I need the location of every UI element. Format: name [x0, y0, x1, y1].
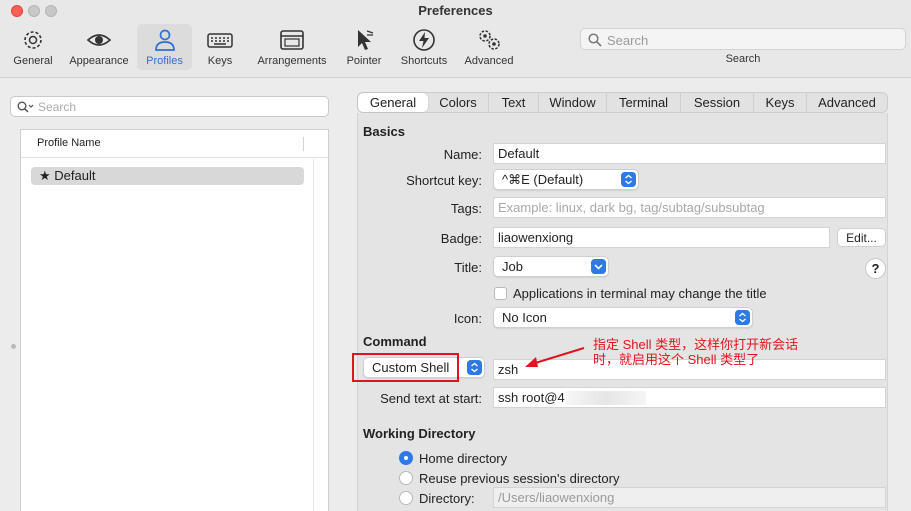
reuse-directory-radio[interactable] [399, 471, 413, 485]
window-title: Preferences [418, 3, 493, 18]
tab-text[interactable]: Text [489, 93, 539, 112]
toolbar-keys[interactable]: Keys [198, 24, 242, 70]
column-header-profile-name: Profile Name [37, 137, 101, 149]
shortcut-key-popup[interactable]: ^⌘E (Default) [493, 169, 639, 190]
annotation-arrow-icon [525, 347, 585, 367]
tab-general[interactable]: General [358, 93, 428, 112]
column-separator [303, 137, 304, 151]
working-directory-heading: Working Directory [363, 426, 476, 441]
name-field[interactable]: Default [493, 143, 886, 164]
shortcut-key-label: Shortcut key: [406, 173, 482, 188]
toolbar-pointer[interactable]: Pointer [341, 24, 387, 70]
name-label: Name: [443, 147, 482, 162]
preferences-search-input[interactable]: Search [580, 28, 906, 50]
toolbar-label: Pointer [346, 55, 382, 67]
annotation-highlight-box [352, 353, 459, 382]
send-text-label: Send text at start: [380, 391, 482, 406]
send-text-field[interactable]: ssh root@4 [493, 387, 886, 408]
search-icon [588, 33, 602, 47]
profile-row-default[interactable]: ★ Default [31, 167, 304, 185]
shortcut-key-value: ^⌘E (Default) [502, 172, 584, 187]
help-button[interactable]: ? [865, 258, 886, 279]
toolbar-label: Keys [207, 55, 233, 67]
toolbar-label: Arrangements [257, 55, 327, 67]
reuse-directory-label: Reuse previous session's directory [419, 471, 620, 486]
search-placeholder: Search [607, 33, 649, 48]
chevron-updown-icon [735, 310, 750, 325]
eye-icon [86, 34, 112, 46]
tab-advanced[interactable]: Advanced [807, 93, 887, 112]
profile-tabs: General Colors Text Window Terminal Sess… [357, 92, 888, 113]
toolbar: Preferences General Appearance Profiles … [0, 0, 911, 78]
profile-list: Profile Name ★ Default [20, 129, 329, 511]
chevron-down-icon [591, 259, 606, 274]
icon-popup[interactable]: No Icon [493, 307, 753, 328]
toolbar-general[interactable]: General [6, 24, 60, 70]
toolbar-arrangements[interactable]: Arrangements [252, 24, 332, 70]
tab-terminal[interactable]: Terminal [607, 93, 681, 112]
bolt-icon [413, 29, 435, 51]
toolbar-label: Shortcuts [400, 55, 448, 67]
profile-search-input[interactable]: Search [10, 96, 329, 117]
list-divider [313, 159, 314, 511]
badge-edit-button[interactable]: Edit... [837, 228, 886, 247]
person-icon [154, 29, 175, 51]
basics-heading: Basics [363, 124, 405, 139]
toolbar-advanced[interactable]: Advanced [460, 24, 518, 70]
toolbar-shortcuts[interactable]: Shortcuts [395, 24, 453, 70]
tab-colors[interactable]: Colors [428, 93, 489, 112]
directory-field[interactable]: /Users/liaowenxiong [493, 487, 886, 508]
badge-label: Badge: [440, 231, 482, 246]
tab-window[interactable]: Window [539, 93, 607, 112]
annotation-line-2: 时，就启用这个 Shell 类型了 [593, 352, 760, 367]
window-icon [280, 30, 304, 50]
badge-field[interactable]: liaowenxiong [493, 227, 830, 248]
title-popup[interactable]: Job [493, 256, 609, 277]
split-handle[interactable] [11, 344, 16, 349]
toolbar-profiles[interactable]: Profiles [137, 24, 192, 70]
icon-value: No Icon [502, 310, 547, 325]
keyboard-icon [207, 33, 233, 48]
apps-change-title-label: Applications in terminal may change the … [513, 286, 767, 301]
home-directory-label: Home directory [419, 451, 508, 466]
tab-keys[interactable]: Keys [754, 93, 807, 112]
search-caption: Search [725, 53, 761, 65]
annotation-text: 指定 Shell 类型，这样你打开新会话 时，就启用这个 Shell 类型了 [593, 337, 798, 367]
annotation-line-1: 指定 Shell 类型，这样你打开新会话 [593, 337, 799, 352]
toolbar-label: Advanced [464, 55, 514, 67]
gear-icon [24, 31, 42, 49]
cursor-icon [358, 30, 374, 50]
title-value: Job [502, 259, 523, 274]
title-label: Title: [454, 260, 482, 275]
profile-list-header[interactable]: Profile Name [21, 130, 328, 158]
custom-directory-radio[interactable] [399, 491, 413, 505]
search-icon [17, 101, 34, 113]
toolbar-label: General [13, 55, 53, 67]
toolbar-appearance[interactable]: Appearance [64, 24, 134, 70]
tags-label: Tags: [450, 201, 482, 216]
icon-label: Icon: [453, 311, 482, 326]
redaction-blur [566, 391, 646, 405]
custom-directory-label: Directory: [419, 491, 475, 506]
home-directory-radio[interactable] [399, 451, 413, 465]
command-heading: Command [363, 334, 427, 349]
tags-field[interactable]: Example: linux, dark bg, tag/subtag/subs… [493, 197, 886, 218]
toolbar-label: Appearance [69, 55, 129, 67]
chevron-updown-icon [621, 172, 636, 187]
chevron-updown-icon [467, 360, 482, 375]
toolbar-label: Profiles [146, 55, 183, 67]
profile-name: ★ Default [39, 168, 96, 183]
gears-icon [479, 30, 500, 50]
apps-change-title-checkbox[interactable] [494, 287, 507, 300]
profile-search-placeholder: Search [38, 100, 77, 114]
tab-session[interactable]: Session [681, 93, 754, 112]
